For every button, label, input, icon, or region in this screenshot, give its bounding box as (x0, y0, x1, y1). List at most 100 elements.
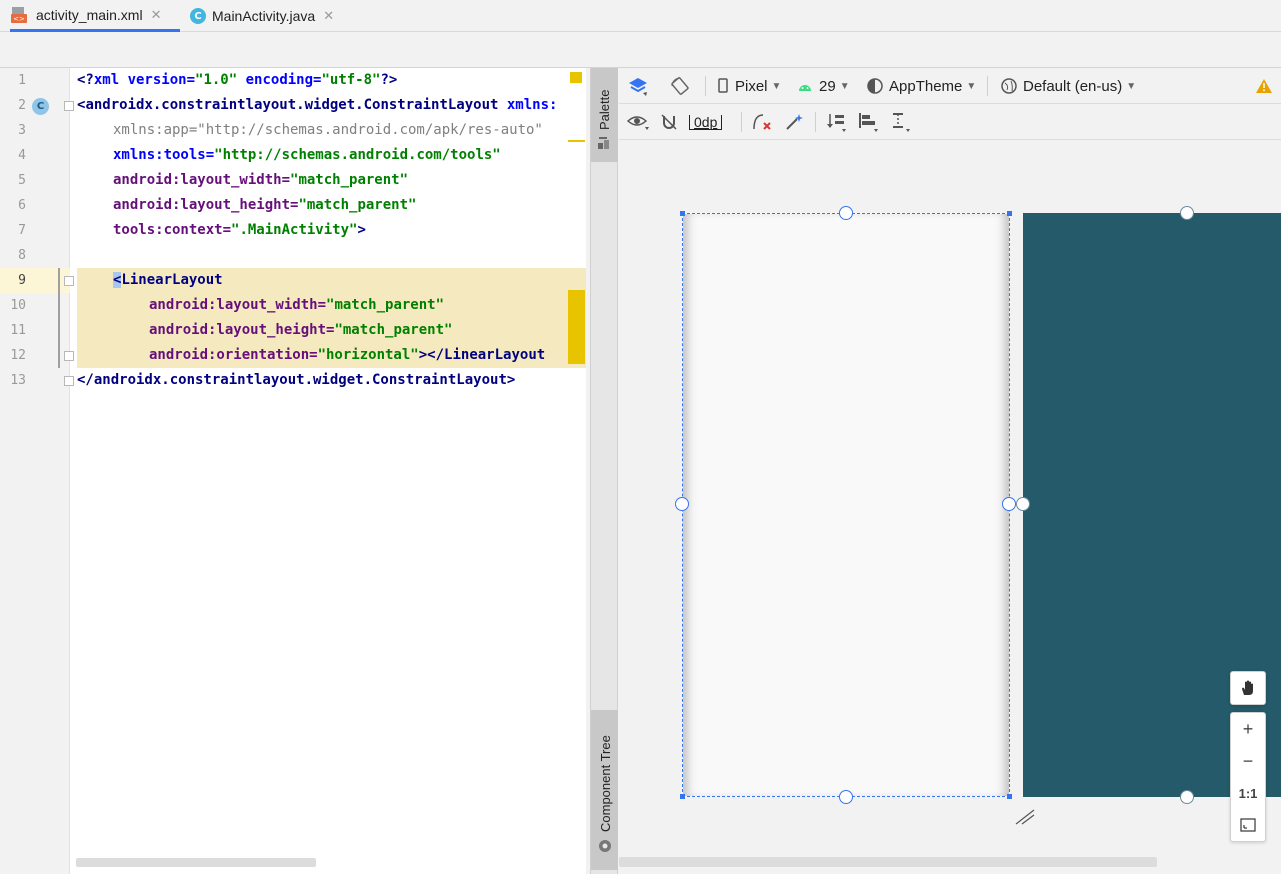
design-horizontal-scrollbar[interactable] (619, 857, 1157, 867)
pan-button[interactable] (1231, 672, 1265, 704)
code-line-7: tools:context=".MainActivity"> (113, 222, 366, 238)
zoom-actual-size-button[interactable]: 1:1 (1231, 777, 1265, 809)
autoconnect-toggle[interactable] (659, 104, 679, 140)
api-selector[interactable]: 29 ▼ (797, 68, 850, 104)
line-number: 8 (18, 248, 26, 263)
line-number: 12 (10, 348, 26, 363)
resize-corner[interactable] (680, 794, 685, 799)
resize-handle-icon[interactable] (1014, 806, 1038, 826)
api-label: 29 (819, 77, 836, 95)
fold-marker-icon[interactable] (64, 351, 74, 361)
default-margin-button[interactable]: 0dp (689, 104, 723, 140)
highlight-marker[interactable] (568, 290, 585, 364)
palette-label: Palette (597, 89, 612, 130)
clear-constraints-button[interactable] (751, 104, 773, 140)
eye-icon (627, 116, 649, 130)
component-tree-tab[interactable]: Component Tree (591, 710, 618, 870)
globe-icon (1001, 78, 1017, 94)
locale-label: Default (en-us) (1023, 77, 1123, 95)
constraint-handle-top[interactable] (839, 206, 853, 220)
zoom-to-fit-button[interactable] (1231, 809, 1265, 841)
code-line-5: android:layout_width="match_parent" (113, 172, 409, 188)
device-selector[interactable]: Pixel ▼ (717, 68, 781, 104)
svg-text:<>: <> (13, 15, 25, 23)
constraint-handle-bottom[interactable] (839, 790, 853, 804)
line-number: 9 (18, 273, 26, 288)
tab-label: activity_main.xml (36, 6, 143, 23)
palette-icon (598, 137, 609, 149)
margin-label: 0dp (689, 114, 723, 130)
line-number: 7 (18, 223, 26, 238)
constraint-handle-right[interactable] (1002, 497, 1016, 511)
design-preview-screen[interactable] (682, 213, 1010, 797)
close-tab-icon[interactable]: ✕ (151, 7, 162, 23)
zoom-out-button[interactable]: − (1231, 745, 1265, 777)
component-tree-label: Component Tree (598, 735, 613, 832)
resize-corner[interactable] (680, 211, 685, 216)
magic-wand-icon (786, 114, 803, 130)
pack-button[interactable] (825, 104, 847, 140)
code-line-4: xmlns:tools="http://schemas.android.com/… (113, 147, 501, 163)
java-class-icon: C (190, 8, 206, 24)
infer-constraints-button[interactable] (783, 104, 805, 140)
align-button[interactable] (857, 104, 879, 140)
tab-activity-main-xml[interactable]: <> activity_main.xml ✕ (10, 0, 180, 32)
line-number: 6 (18, 198, 26, 213)
toolbar-separator (705, 76, 706, 96)
code-line-10: android:layout_width="match_parent" (149, 297, 445, 313)
zoom-in-button[interactable]: + (1231, 713, 1265, 745)
resize-corner[interactable] (1007, 794, 1012, 799)
code-editor[interactable]: 1 2 3 4 5 6 7 8 9 10 11 12 13 C <?xml ve… (0, 68, 586, 874)
design-mode-button[interactable] (627, 68, 649, 104)
phone-icon (718, 78, 728, 93)
component-tree-icon (599, 840, 611, 852)
code-line-12: android:orientation="horizontal"></Linea… (149, 347, 546, 363)
tab-main-activity-java[interactable]: C MainActivity.java ✕ (190, 0, 334, 32)
line-number: 13 (10, 373, 26, 388)
fit-screen-icon (1240, 818, 1256, 832)
line-number: 10 (10, 298, 26, 313)
code-line-1: <?xml version="1.0" encoding="utf-8"?> (77, 72, 398, 88)
horizontal-scrollbar[interactable] (76, 858, 316, 867)
palette-tab[interactable]: Palette (591, 68, 618, 162)
pan-control[interactable] (1230, 671, 1266, 705)
locale-selector[interactable]: Default (en-us) ▼ (1001, 68, 1136, 104)
theme-label: AppTheme (889, 77, 963, 95)
clear-constraints-icon (753, 114, 771, 130)
view-options-button[interactable] (627, 104, 651, 140)
guidelines-icon (893, 113, 910, 132)
pack-icon (827, 114, 846, 132)
resize-corner[interactable] (1007, 211, 1012, 216)
toolbar-separator (741, 112, 742, 132)
code-line-9: <LinearLayout (113, 272, 223, 288)
blueprint-handle-left[interactable] (1016, 497, 1030, 511)
code-line-13: </androidx.constraintlayout.widget.Const… (77, 372, 516, 388)
layers-icon (629, 78, 647, 96)
constraint-handle-left[interactable] (675, 497, 689, 511)
fold-marker-icon[interactable] (64, 276, 74, 286)
code-line-6: android:layout_height="match_parent" (113, 197, 417, 213)
fold-marker-icon[interactable] (64, 101, 74, 111)
warning-icon (1256, 79, 1272, 93)
device-label: Pixel (735, 77, 768, 95)
orientation-button[interactable] (669, 68, 691, 104)
blueprint-handle-bottom[interactable] (1180, 790, 1194, 804)
warning-button[interactable] (1255, 68, 1273, 104)
line-number: 1 (18, 73, 26, 88)
blueprint-preview-screen[interactable] (1023, 213, 1281, 797)
code-line-2: <androidx.constraintlayout.widget.Constr… (77, 97, 558, 113)
tab-label: MainActivity.java (212, 8, 316, 24)
line-number: 4 (18, 148, 26, 163)
rotate-icon (671, 77, 689, 95)
editor-subbar (0, 32, 1281, 68)
warning-marker-icon[interactable] (570, 72, 582, 83)
design-toolbar-top: Pixel ▼ 29 ▼ AppTheme ▼ Default (en-us) ▼ (619, 68, 1281, 104)
zoom-controls: + − 1:1 (1230, 712, 1266, 842)
blueprint-handle-top[interactable] (1180, 206, 1194, 220)
fold-marker-icon[interactable] (64, 376, 74, 386)
close-tab-icon[interactable]: ✕ (323, 8, 334, 24)
class-gutter-icon[interactable]: C (32, 98, 49, 115)
line-number: 3 (18, 123, 26, 138)
guidelines-button[interactable] (889, 104, 911, 140)
theme-selector[interactable]: AppTheme ▼ (867, 68, 976, 104)
